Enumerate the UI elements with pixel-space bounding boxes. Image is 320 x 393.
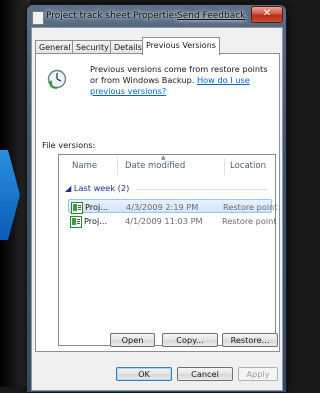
send-feedback-link[interactable]: Send Feedback	[177, 11, 245, 21]
close-icon: ✕	[262, 8, 272, 19]
spreadsheet-file-icon	[70, 216, 82, 228]
open-button[interactable]: Open	[110, 333, 155, 347]
previous-versions-panel: Previous versions come from restore poin…	[35, 53, 280, 352]
column-divider[interactable]	[117, 158, 118, 175]
version-name: Proj...	[85, 202, 109, 212]
version-location: Restore point	[223, 202, 278, 212]
copy-button[interactable]: Copy...	[162, 333, 218, 347]
file-versions-label: File versions:	[42, 140, 96, 150]
info-text-block: Previous versions come from restore poin…	[90, 64, 275, 97]
file-versions-list[interactable]: Name Date modified ▲ Location ◢ Last wee…	[58, 154, 278, 346]
group-header-last-week[interactable]: ◢ Last week (2)	[65, 183, 129, 193]
version-row[interactable]: Proj... 4/1/2009 11:03 PM Restore point	[68, 214, 277, 228]
dialog-client-area: General Security Details Previous Versio…	[31, 27, 283, 391]
ok-button[interactable]: OK	[116, 367, 172, 381]
group-label: Last week (2)	[73, 183, 130, 193]
restore-button[interactable]: Restore...	[222, 333, 278, 347]
sort-arrow-icon: ▲	[161, 154, 166, 161]
version-location: Restore point	[222, 216, 277, 226]
title-bar[interactable]: Project track sheet Properties Send Feed…	[27, 5, 286, 27]
tab-previous-versions[interactable]: Previous Versions	[142, 37, 220, 55]
version-date: 4/3/2009 2:19 PM	[126, 202, 199, 212]
version-date: 4/1/2009 11:03 PM	[125, 216, 203, 226]
collapse-triangle-icon: ◢	[65, 183, 72, 193]
column-header-date[interactable]: Date modified	[125, 156, 185, 176]
version-name: Proj...	[84, 216, 108, 226]
apply-button[interactable]: Apply	[238, 367, 278, 381]
tab-general[interactable]: General	[35, 40, 75, 54]
close-button[interactable]: ✕	[251, 6, 283, 23]
column-header-location[interactable]: Location	[230, 156, 266, 176]
tab-security[interactable]: Security	[72, 40, 113, 54]
group-divider	[137, 189, 267, 190]
window-title: Project track sheet Properties	[46, 11, 179, 21]
column-header-name[interactable]: Name	[72, 156, 97, 176]
properties-window: Project track sheet Properties Send Feed…	[26, 4, 287, 393]
tab-details[interactable]: Details	[110, 40, 146, 54]
column-divider[interactable]	[224, 158, 225, 175]
previous-versions-icon	[47, 69, 67, 89]
spreadsheet-file-icon	[71, 202, 83, 214]
cancel-button[interactable]: Cancel	[177, 367, 233, 381]
document-icon	[32, 11, 44, 25]
version-row[interactable]: Proj... 4/3/2009 2:19 PM Restore point	[68, 199, 278, 214]
